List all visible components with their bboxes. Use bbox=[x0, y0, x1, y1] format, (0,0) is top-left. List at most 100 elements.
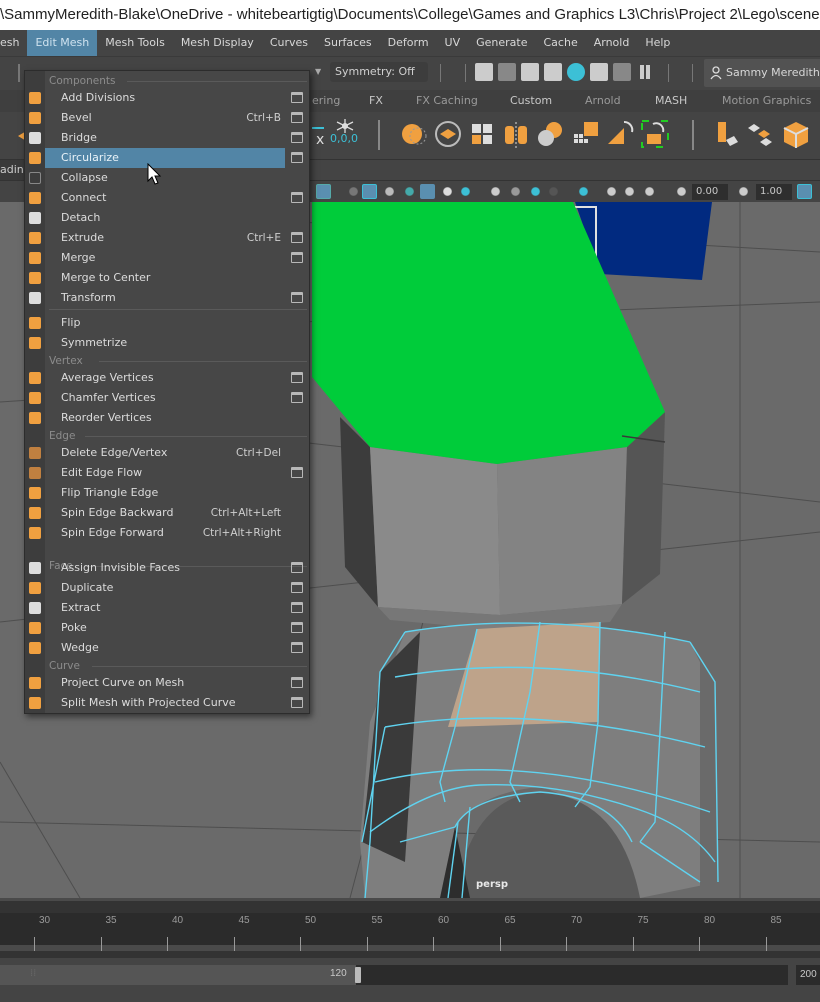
menu-item-project-curve-on-mesh[interactable]: Project Curve on Mesh bbox=[45, 673, 285, 693]
menu-item-flip-triangle-edge[interactable]: Flip Triangle Edge bbox=[45, 483, 285, 503]
menu-item-add-divisions[interactable]: Add Divisions bbox=[45, 88, 285, 108]
option-box-icon[interactable] bbox=[291, 677, 303, 688]
menu-help[interactable]: Help bbox=[637, 30, 678, 56]
menu-generate[interactable]: Generate bbox=[468, 30, 535, 56]
menu-item-wedge[interactable]: Wedge bbox=[45, 638, 285, 658]
mash-grid-icon[interactable] bbox=[572, 120, 600, 148]
ipr-render-icon[interactable] bbox=[521, 63, 539, 81]
pause-viewport-icon[interactable] bbox=[636, 63, 654, 81]
backface-culling-icon[interactable] bbox=[642, 184, 657, 199]
option-box-icon[interactable] bbox=[291, 92, 303, 103]
exposure-field[interactable]: 0.00 bbox=[692, 184, 728, 200]
menu-uv[interactable]: UV bbox=[437, 30, 469, 56]
mash-distribute-icon[interactable] bbox=[434, 120, 462, 148]
range-fill[interactable] bbox=[0, 965, 356, 985]
option-box-icon[interactable] bbox=[291, 192, 303, 203]
mash-replace-icon[interactable] bbox=[606, 120, 634, 148]
mash-symmetry-icon[interactable] bbox=[502, 120, 530, 148]
range-max-field[interactable]: 200 bbox=[796, 965, 820, 985]
option-box-icon[interactable] bbox=[291, 252, 303, 263]
symmetry-dropdown[interactable]: Symmetry: Off bbox=[330, 62, 428, 82]
menu-cache[interactable]: Cache bbox=[536, 30, 586, 56]
menu-item-split-mesh-with-projected-curve[interactable]: Split Mesh with Projected Curve bbox=[45, 693, 285, 713]
menu-item-symmetrize[interactable]: Symmetrize bbox=[45, 333, 285, 353]
menu-item-extract[interactable]: Extract bbox=[45, 598, 285, 618]
menu-mesh-display[interactable]: Mesh Display bbox=[173, 30, 262, 56]
option-box-icon[interactable] bbox=[291, 642, 303, 653]
menu-deform[interactable]: Deform bbox=[380, 30, 437, 56]
user-account-button[interactable]: Sammy Meredith-B bbox=[704, 59, 820, 87]
option-box-icon[interactable] bbox=[291, 152, 303, 163]
menu-item-bridge[interactable]: Bridge bbox=[45, 128, 285, 148]
mash-extrude-icon[interactable] bbox=[712, 120, 740, 148]
wireframe-icon[interactable] bbox=[346, 184, 361, 199]
menu-item-transform[interactable]: Transform bbox=[45, 288, 285, 308]
menu-item-connect[interactable]: Connect bbox=[45, 188, 285, 208]
mash-create-network-icon[interactable] bbox=[400, 120, 428, 148]
range-slider[interactable]: ⁞⁞ 120 200 bbox=[0, 958, 820, 1002]
texture-icon[interactable] bbox=[316, 184, 331, 199]
menu-mesh-tools[interactable]: Mesh Tools bbox=[97, 30, 173, 56]
menu-item-flip[interactable]: Flip bbox=[45, 313, 285, 333]
shelf-tab-motion-graphics[interactable]: Motion Graphics bbox=[722, 90, 811, 112]
render-current-icon[interactable] bbox=[498, 63, 516, 81]
option-box-icon[interactable] bbox=[291, 232, 303, 243]
render-settings-icon[interactable] bbox=[544, 63, 562, 81]
menu-item-duplicate[interactable]: Duplicate bbox=[45, 578, 285, 598]
option-box-icon[interactable] bbox=[291, 292, 303, 303]
chevron-down-icon[interactable]: ▼ bbox=[315, 67, 321, 76]
gamma-icon[interactable] bbox=[736, 184, 751, 199]
option-box-icon[interactable] bbox=[291, 112, 303, 123]
range-grip-icon[interactable]: ⁞⁞ bbox=[30, 968, 36, 979]
mash-flight-icon[interactable] bbox=[641, 120, 669, 148]
depth-of-field-icon[interactable] bbox=[546, 184, 561, 199]
shelf-tab-arnold[interactable]: Arnold bbox=[585, 90, 621, 112]
menu-item-merge-to-center[interactable]: Merge to Center bbox=[45, 268, 285, 288]
menu-item-spin-edge-backward[interactable]: Spin Edge Backward Ctrl+Alt+Left bbox=[45, 503, 285, 523]
range-handle[interactable] bbox=[355, 967, 361, 983]
mash-offset-icon[interactable] bbox=[746, 120, 774, 148]
menu-arnold[interactable]: Arnold bbox=[586, 30, 638, 56]
render-setup-icon[interactable] bbox=[590, 63, 608, 81]
option-box-icon[interactable] bbox=[291, 697, 303, 708]
mash-instancer-icon[interactable] bbox=[536, 120, 564, 148]
hypershade-icon[interactable] bbox=[567, 63, 585, 81]
xray-active-icon[interactable] bbox=[622, 184, 637, 199]
ambient-occlusion-icon[interactable] bbox=[488, 184, 503, 199]
menu-curves[interactable]: Curves bbox=[262, 30, 316, 56]
option-box-icon[interactable] bbox=[291, 562, 303, 573]
shelf-tab-custom[interactable]: Custom bbox=[510, 90, 552, 112]
mash-repro-icon[interactable] bbox=[468, 120, 496, 148]
menu-item-spin-edge-forward[interactable]: Spin Edge Forward Ctrl+Alt+Right bbox=[45, 523, 285, 543]
menu-esh[interactable]: esh bbox=[0, 30, 27, 56]
option-box-icon[interactable] bbox=[291, 372, 303, 383]
shelf-tab-ering[interactable]: ering bbox=[312, 90, 340, 112]
shelf-tab-fx[interactable]: FX bbox=[369, 90, 383, 112]
option-box-icon[interactable] bbox=[291, 602, 303, 613]
gamma-field[interactable]: 1.00 bbox=[756, 184, 792, 200]
shadows-icon[interactable] bbox=[458, 184, 473, 199]
option-box-icon[interactable] bbox=[291, 582, 303, 593]
menu-item-circularize[interactable]: Circularize bbox=[45, 148, 285, 168]
isolate-select-icon[interactable] bbox=[576, 184, 591, 199]
menu-item-collapse[interactable]: Collapse bbox=[45, 168, 285, 188]
xray-joints-icon[interactable] bbox=[604, 184, 619, 199]
light-editor-icon[interactable] bbox=[613, 63, 631, 81]
smooth-shade-icon[interactable] bbox=[362, 184, 377, 199]
anti-alias-icon[interactable] bbox=[528, 184, 543, 199]
menu-item-poke[interactable]: Poke bbox=[45, 618, 285, 638]
option-box-icon[interactable] bbox=[291, 132, 303, 143]
menu-item-extrude[interactable]: Extrude Ctrl+E bbox=[45, 228, 285, 248]
menu-surfaces[interactable]: Surfaces bbox=[316, 30, 380, 56]
option-box-icon[interactable] bbox=[291, 467, 303, 478]
menu-item-assign-invisible-faces[interactable]: Assign Invisible Faces bbox=[45, 558, 285, 578]
menu-item-detach[interactable]: Detach bbox=[45, 208, 285, 228]
menu-item-reorder-vertices[interactable]: Reorder Vertices bbox=[45, 408, 285, 428]
xray-icon[interactable] bbox=[420, 184, 435, 199]
menu-item-merge[interactable]: Merge bbox=[45, 248, 285, 268]
option-box-icon[interactable] bbox=[291, 392, 303, 403]
menu-item-edit-edge-flow[interactable]: Edit Edge Flow bbox=[45, 463, 285, 483]
default-material-icon[interactable] bbox=[382, 184, 397, 199]
shelf-tab-mash[interactable]: MASH bbox=[655, 90, 687, 112]
snap-together-icon[interactable]: x bbox=[310, 122, 332, 146]
